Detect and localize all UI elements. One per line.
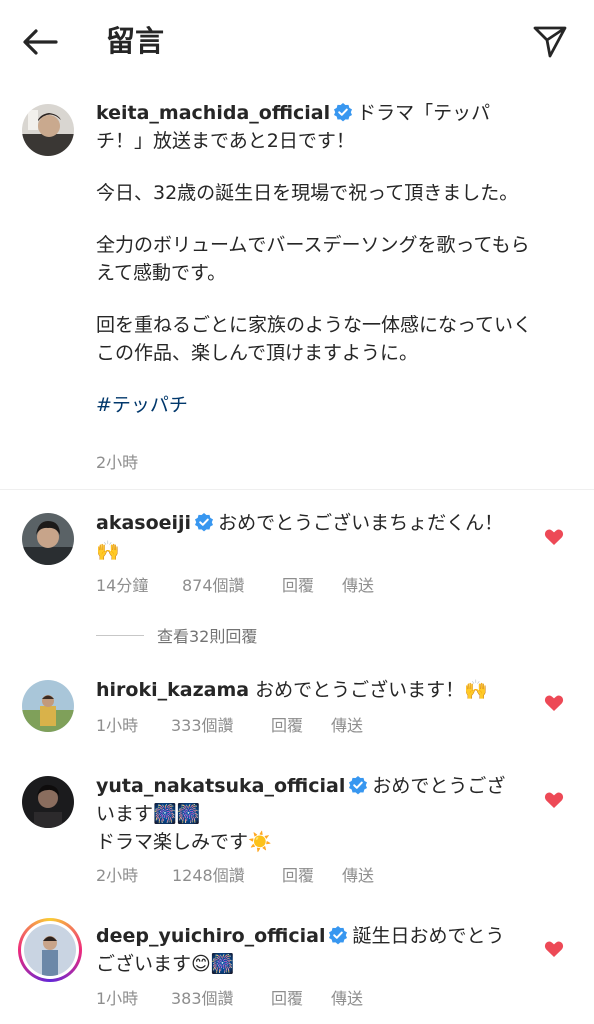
hashtag-link[interactable]: #テッパチ [96, 391, 188, 419]
caption-paragraph-1: 今日、32歳の誕生日を現場で祝って頂きました。 [96, 182, 519, 204]
paper-plane-icon [533, 26, 567, 58]
like-count[interactable]: 874個讚 [182, 572, 282, 596]
caption-paragraph-2: 全力のボリュームでバースデーソングを歌ってもらえて感動です。 [96, 234, 530, 284]
verified-badge-icon [329, 926, 348, 945]
share-button[interactable] [528, 20, 572, 64]
comment-time: 1小時 [96, 989, 139, 1008]
comment-time: 14分鐘 [96, 576, 149, 595]
comment-username[interactable]: yuta_nakatsuka_official [96, 775, 345, 797]
verified-badge-icon [349, 776, 368, 795]
view-replies-button[interactable]: 查看32則回覆 [96, 623, 257, 647]
comment-username[interactable]: akasoeiji [96, 512, 191, 534]
caption-divider [0, 489, 594, 490]
comment-text-line2: います🎆🎆 [96, 803, 201, 825]
top-bar: 留言 [0, 0, 594, 84]
caption-text-line1: ドラマ「テッパ [357, 102, 491, 124]
heart-icon[interactable] [544, 527, 564, 547]
like-count[interactable]: 1248個讚 [172, 862, 282, 886]
reply-button[interactable]: 回覆 [271, 712, 331, 736]
like-count[interactable]: 383個讚 [171, 985, 271, 1009]
replies-line [96, 634, 144, 636]
comment-username[interactable]: hiroki_kazama [96, 679, 249, 701]
comment-avatar-deep-yuichiro[interactable] [24, 924, 76, 976]
view-replies-label: 查看32則回覆 [157, 627, 258, 646]
verified-badge-icon [195, 513, 214, 532]
comment-meta: 2小時 1248個讚 回覆 傳送 [96, 862, 374, 886]
share-comment-button[interactable]: 傳送 [342, 862, 374, 886]
comment-username[interactable]: deep_yuichiro_official [96, 925, 325, 947]
post-author-avatar[interactable] [22, 104, 74, 156]
reply-button[interactable]: 回覆 [282, 862, 342, 886]
share-comment-button[interactable]: 傳送 [331, 985, 363, 1009]
share-comment-button[interactable]: 傳送 [331, 712, 363, 736]
comment-time: 2小時 [96, 866, 139, 885]
verified-badge-icon [334, 103, 353, 122]
caption-text-line2: チ！」放送まであと2日です！ [96, 130, 355, 152]
reply-button[interactable]: 回覆 [282, 572, 342, 596]
arrow-left-icon [23, 29, 58, 55]
comment-avatar-yuta-nakatsuka[interactable] [22, 776, 74, 828]
comment-avatar-hiroki-kazama[interactable] [22, 680, 74, 732]
comment-text: おめでとうございます！🙌 [255, 679, 488, 701]
comment-text-line3: ドラマ楽しみです☀️ [96, 831, 272, 853]
share-comment-button[interactable]: 傳送 [342, 572, 374, 596]
comment-meta: 1小時 383個讚 回覆 傳送 [96, 985, 363, 1009]
heart-icon[interactable] [544, 693, 564, 713]
post-timestamp: 2小時 [96, 453, 139, 472]
heart-icon[interactable] [544, 939, 564, 959]
comment-avatar-akasoeiji[interactable] [22, 513, 74, 565]
post-caption: keita_machida_official ドラマ「テッパ チ！」放送まであと2… [96, 99, 546, 419]
comment-deep-yuichiro: deep_yuichiro_official 誕生日おめでとう ございます😊🎆 [96, 922, 526, 978]
like-count[interactable]: 333個讚 [171, 712, 271, 736]
page-title: 留言 [106, 24, 165, 58]
heart-icon[interactable] [544, 790, 564, 810]
comment-hiroki-kazama: hiroki_kazama おめでとうございます！🙌 [96, 676, 526, 704]
post-author-username[interactable]: keita_machida_official [96, 102, 330, 124]
caption-paragraph-3: 回を重ねるごとに家族のような一体感になっていくこの作品、楽しんで頂けますように。 [96, 314, 533, 364]
reply-button[interactable]: 回覆 [271, 985, 331, 1009]
comment-text-line2: ございます😊🎆 [96, 953, 235, 975]
back-button[interactable] [20, 22, 60, 62]
comment-time: 1小時 [96, 716, 139, 735]
comment-akasoeiji: akasoeiji おめでとうございまちょだくん！🙌 [96, 509, 526, 565]
comment-yuta-nakatsuka: yuta_nakatsuka_official おめでとうござ います🎆🎆 ドラマ… [96, 772, 526, 856]
comment-text-line1: おめでとうござ [372, 775, 506, 797]
comment-text-line1: 誕生日おめでとう [352, 925, 505, 947]
comment-meta: 1小時 333個讚 回覆 傳送 [96, 712, 363, 736]
comment-meta: 14分鐘 874個讚 回覆 傳送 [96, 572, 374, 596]
